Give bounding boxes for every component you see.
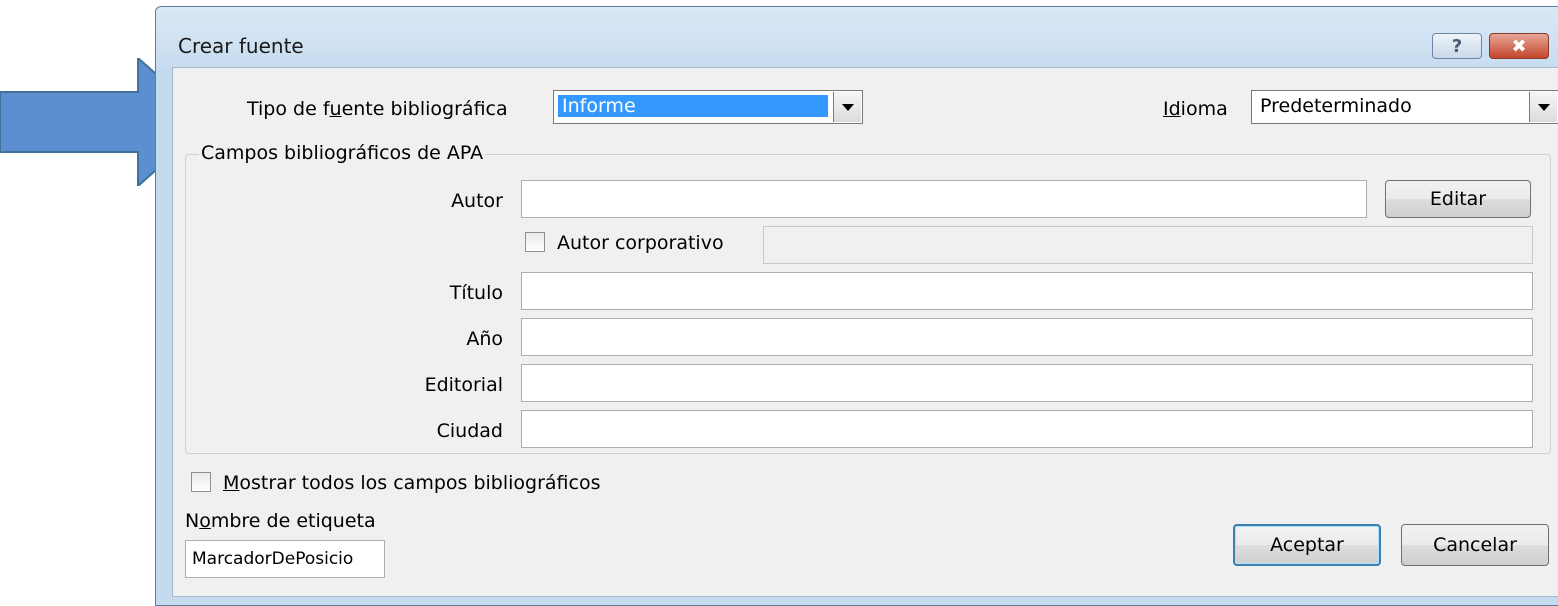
create-source-dialog: Crear fuente ? ✖ Tipo de fuente bibliogr… [155, 6, 1558, 606]
source-type-value: Informe [558, 95, 828, 117]
chevron-down-icon[interactable] [833, 92, 861, 122]
title-bar[interactable]: Crear fuente ? ✖ [156, 7, 1558, 69]
language-dropdown[interactable]: Predeterminado [1251, 90, 1558, 124]
tag-name-label: Nombre de etiqueta [185, 510, 376, 532]
group-title: Campos bibliográficos de APA [199, 142, 486, 164]
ok-button[interactable]: Aceptar [1233, 524, 1381, 566]
cancel-button[interactable]: Cancelar [1401, 524, 1549, 566]
title-label: Título [449, 282, 503, 304]
publisher-field[interactable] [521, 364, 1533, 402]
edit-button[interactable]: Editar [1385, 180, 1531, 218]
show-all-fields-label: Mostrar todos los campos bibliográficos [223, 472, 601, 494]
tag-name-field[interactable] [185, 540, 385, 578]
language-label: Idioma [1163, 98, 1228, 120]
year-field[interactable] [521, 318, 1533, 356]
author-field[interactable] [521, 180, 1367, 218]
chevron-down-icon[interactable] [1529, 92, 1557, 122]
city-label: Ciudad [436, 420, 503, 442]
city-field[interactable] [521, 410, 1533, 448]
dialog-title: Crear fuente [178, 34, 304, 58]
show-all-fields-checkbox[interactable] [191, 472, 211, 492]
help-button[interactable]: ? [1432, 33, 1482, 59]
corporate-author-label: Autor corporativo [557, 232, 724, 254]
help-icon: ? [1451, 35, 1463, 57]
corporate-author-field[interactable] [763, 226, 1533, 264]
language-value: Predeterminado [1260, 95, 1412, 117]
source-type-label: Tipo de fuente bibliográfica [247, 98, 508, 120]
dialog-body: Tipo de fuente bibliográfica Informe Idi… [172, 67, 1558, 597]
corporate-author-checkbox[interactable] [525, 232, 545, 252]
title-field[interactable] [521, 272, 1533, 310]
close-icon: ✖ [1511, 35, 1527, 57]
source-type-dropdown[interactable]: Informe [553, 90, 863, 124]
close-button[interactable]: ✖ [1489, 33, 1549, 59]
publisher-label: Editorial [424, 374, 503, 396]
year-label: Año [466, 328, 503, 350]
author-label: Autor [451, 190, 503, 212]
